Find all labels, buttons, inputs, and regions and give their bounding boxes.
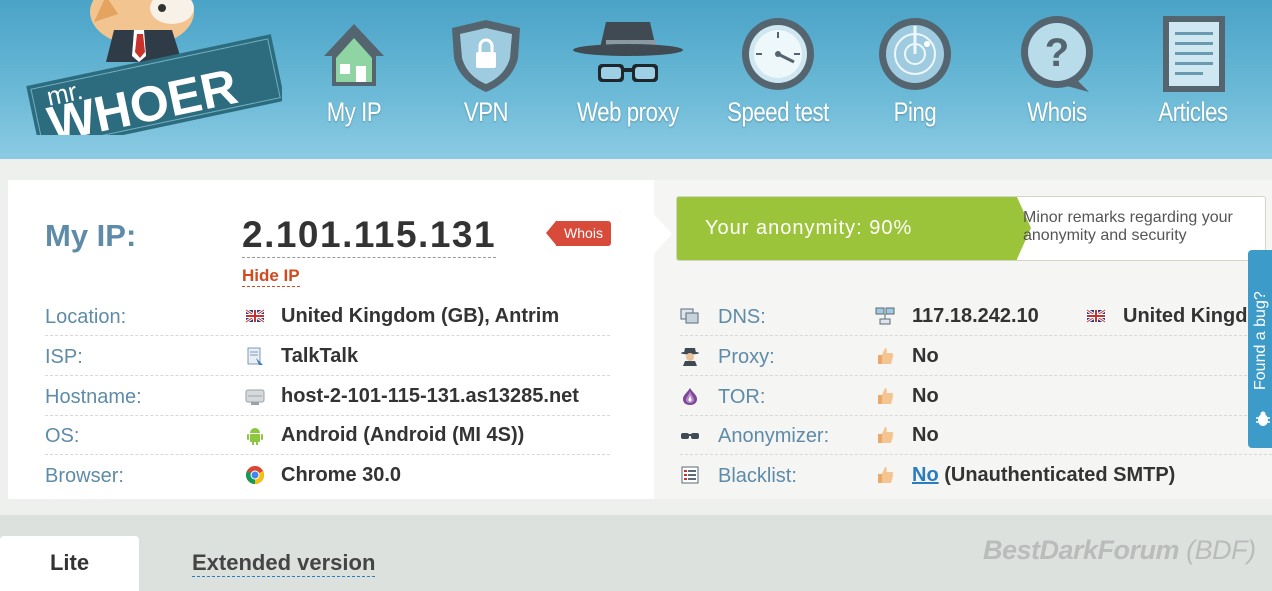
- ip-address-value[interactable]: 2.101.115.131: [242, 213, 497, 258]
- hostname-value: host-2-101-115-131.as13285.net: [281, 385, 579, 407]
- location-label: Location:: [45, 306, 127, 328]
- shield-lock-icon: [452, 20, 520, 92]
- anonymizer-row: Anonymizer: No: [680, 415, 1272, 455]
- blacklist-suffix: (Unauthenticated SMTP): [938, 464, 1176, 486]
- isp-value: TalkTalk: [281, 345, 359, 367]
- blacklist-label: Blacklist:: [718, 465, 797, 487]
- isp-row: ISP: TalkTalk: [45, 336, 610, 376]
- nav-whois[interactable]: ? Whois: [987, 14, 1127, 128]
- thumbs-up-icon: [878, 467, 894, 483]
- blacklist-no-link[interactable]: No: [912, 464, 939, 486]
- thumbs-up-icon: [878, 348, 894, 364]
- house-icon: [324, 24, 384, 86]
- proxy-row: Proxy: No: [680, 336, 1272, 376]
- blacklist-row: Blacklist: No (Unauthenticated SMTP): [680, 455, 1272, 495]
- thumbs-up-icon: [878, 388, 894, 404]
- proxy-value: No: [912, 345, 939, 367]
- nav-articles[interactable]: Articles: [1123, 14, 1263, 128]
- anonymity-note: Minor remarks regarding your anonymity a…: [1023, 209, 1233, 244]
- os-value: Android (Android (MI 4S)): [281, 424, 525, 446]
- browser-value: Chrome 30.0: [281, 464, 402, 486]
- anonymizer-value: No: [912, 424, 939, 446]
- dns-row: DNS: 117.18.242.10 United Kingdo: [680, 296, 1272, 336]
- document-icon: [1163, 16, 1225, 92]
- panel-notch: [654, 214, 672, 254]
- os-row: OS: Android (Android (MI 4S)): [45, 415, 610, 455]
- bug-icon: [1256, 411, 1270, 426]
- dns-label: DNS:: [718, 306, 766, 328]
- nav-label: Articles: [1158, 97, 1228, 127]
- nav-label: VPN: [463, 97, 509, 127]
- anonymity-score-text: Your anonymity: 90%: [705, 217, 913, 239]
- dns-icon: [680, 308, 699, 324]
- browser-row: Browser: Chrome 30.0: [45, 455, 610, 495]
- whoer-logo[interactable]: mr. WHOER: [22, 0, 285, 153]
- my-ip-label: My IP:: [45, 218, 137, 253]
- hostname-row: Hostname: host-2-101-115-131.as13285.net: [45, 376, 610, 416]
- proxy-label: Proxy:: [718, 346, 775, 368]
- tor-label: TOR:: [718, 386, 766, 408]
- radar-icon: [879, 18, 951, 90]
- blacklist-value: No (Unauthenticated SMTP): [912, 464, 1175, 487]
- chrome-icon: [246, 466, 264, 484]
- svg-text:?: ?: [1045, 31, 1069, 75]
- nav-label: Speed test: [727, 97, 829, 127]
- site-header: mr. WHOER My IP VPN Web proxy Speed test…: [0, 0, 1272, 159]
- hostname-label: Hostname:: [45, 386, 142, 408]
- location-row: Location: United Kingdom (GB), Antrim: [45, 296, 610, 336]
- location-value: United Kingdom (GB), Antrim: [281, 305, 560, 327]
- hide-ip-link[interactable]: Hide IP: [242, 266, 300, 287]
- question-bubble-icon: ?: [1021, 16, 1093, 92]
- server-icon: [245, 389, 265, 405]
- isp-label: ISP:: [45, 346, 83, 368]
- isp-icon: [247, 347, 263, 365]
- onion-icon: [683, 388, 697, 405]
- list-icon: [681, 466, 699, 484]
- spy-hat-glasses-icon: [573, 22, 683, 82]
- anonymizer-label: Anonymizer:: [718, 425, 830, 447]
- tab-lite[interactable]: Lite: [0, 536, 139, 591]
- speedometer-icon: [742, 18, 814, 90]
- dns-ip-value: 117.18.242.10: [912, 305, 1039, 327]
- uk-flag-icon: [245, 308, 265, 324]
- browser-label: Browser:: [45, 465, 124, 487]
- anonymity-score-fill: Your anonymity: 90%: [677, 197, 1031, 260]
- tab-extended-version[interactable]: Extended version: [192, 550, 376, 577]
- whois-badge[interactable]: Whois: [546, 221, 611, 246]
- tor-value: No: [912, 385, 939, 407]
- watermark-abbr: (BDF): [1186, 535, 1256, 565]
- os-label: OS:: [45, 425, 80, 447]
- nav-label: Ping: [893, 97, 937, 127]
- uk-flag-icon: [1086, 308, 1106, 324]
- nav-ping[interactable]: Ping: [845, 14, 985, 128]
- nav-speed-test[interactable]: Speed test: [708, 14, 848, 128]
- mr-whoer-mascot-icon: mr. WHOER: [26, 0, 285, 153]
- nav-vpn[interactable]: VPN: [416, 14, 556, 128]
- glasses-icon: [681, 433, 699, 439]
- nav-web-proxy[interactable]: Web proxy: [558, 14, 698, 128]
- tor-row: TOR: No: [680, 376, 1272, 416]
- nav-label: Web proxy: [577, 97, 679, 127]
- found-a-bug-label: Found a bug?: [1252, 291, 1269, 390]
- dns-country-value: United Kingdo: [1123, 305, 1260, 327]
- thumbs-up-icon: [878, 427, 894, 443]
- network-icon: [875, 307, 895, 325]
- found-a-bug-tab[interactable]: Found a bug?: [1248, 250, 1272, 448]
- bdf-watermark: BestDarkForum (BDF): [983, 535, 1256, 566]
- nav-my-ip[interactable]: My IP: [284, 14, 424, 128]
- nav-label: My IP: [326, 97, 382, 127]
- anonymity-score-bar: Your anonymity: 90% Minor remarks regard…: [676, 196, 1266, 261]
- nav-label: Whois: [1027, 97, 1087, 127]
- android-icon: [247, 428, 263, 445]
- watermark-main: BestDarkForum: [983, 535, 1180, 565]
- spy-icon: [681, 348, 699, 366]
